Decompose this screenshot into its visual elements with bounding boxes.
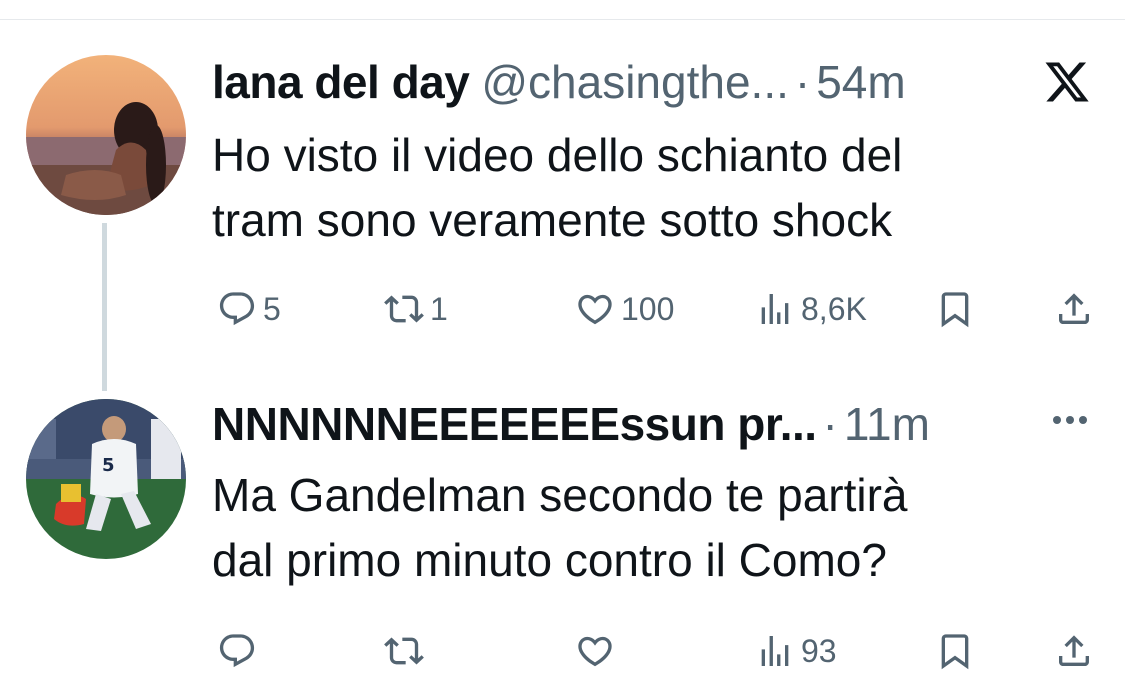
thread-connector-line <box>102 223 107 391</box>
tweet-actions: 5 1 100 8,6K <box>212 285 1102 333</box>
bookmark-button[interactable] <box>935 285 975 333</box>
avatar-photo-sunset <box>26 55 186 215</box>
reply-count: 5 <box>263 290 281 327</box>
bookmark-icon <box>941 634 969 670</box>
tweet-text-line: tram sono veramente sotto shock <box>212 194 893 246</box>
views-icon <box>761 636 789 666</box>
share-icon <box>1059 635 1089 666</box>
timestamp[interactable]: 11m <box>844 397 930 451</box>
share-button[interactable] <box>1054 285 1094 333</box>
retweet-button[interactable]: 1 <box>384 285 448 333</box>
tweet-text-line: Ma Gandelman secondo te partirà <box>212 469 908 521</box>
views-count: 8,6K <box>801 290 867 327</box>
bookmark-button[interactable] <box>935 627 975 675</box>
views-count: 93 <box>801 632 837 669</box>
avatar-photo-football: 5 <box>26 399 186 559</box>
x-logo-icon <box>1045 62 1089 102</box>
tweet-text: Ma Gandelman secondo te partirà dal prim… <box>212 463 1072 593</box>
avatar[interactable]: 5 <box>26 399 186 559</box>
retweet-icon <box>384 637 424 665</box>
tweet-text: Ho visto il video dello schianto del tra… <box>212 123 1072 253</box>
bookmark-icon <box>941 292 969 328</box>
tweet-text-line: Ho visto il video dello schianto del <box>212 129 903 181</box>
retweet-icon <box>384 295 424 323</box>
reply-button[interactable] <box>217 627 263 675</box>
user-handle[interactable]: @chasingthe... <box>481 55 789 109</box>
tweet-header: lana del day @chasingthe... · 54m <box>212 52 906 112</box>
retweet-count: 1 <box>430 290 448 327</box>
top-divider <box>0 19 1125 20</box>
reply-icon <box>219 634 255 668</box>
views-button[interactable]: 93 <box>755 627 837 675</box>
views-icon <box>761 294 789 324</box>
tweet-header: NNNNNNEEEEEEEssun pr... · 11m <box>212 394 930 454</box>
timestamp[interactable]: 54m <box>816 55 905 109</box>
share-icon <box>1059 293 1089 324</box>
share-button[interactable] <box>1054 627 1094 675</box>
like-button[interactable] <box>575 627 621 675</box>
tweet-actions: 93 <box>212 627 1102 675</box>
reply-button[interactable]: 5 <box>217 285 281 333</box>
display-name[interactable]: NNNNNNEEEEEEEssun pr... <box>212 397 817 451</box>
tweet-text-line: dal primo minuto contro il Como? <box>212 534 887 586</box>
separator-dot: · <box>794 56 811 108</box>
svg-text:5: 5 <box>102 455 115 476</box>
heart-icon <box>578 636 612 667</box>
separator-dot: · <box>822 398 838 450</box>
views-button[interactable]: 8,6K <box>755 285 867 333</box>
retweet-button[interactable] <box>384 627 430 675</box>
avatar[interactable] <box>26 55 186 215</box>
more-icon[interactable] <box>1045 405 1095 435</box>
like-button[interactable]: 100 <box>575 285 674 333</box>
reply-icon <box>219 292 255 326</box>
heart-icon <box>578 294 612 325</box>
display-name[interactable]: lana del day <box>212 55 470 109</box>
like-count: 100 <box>621 290 675 327</box>
